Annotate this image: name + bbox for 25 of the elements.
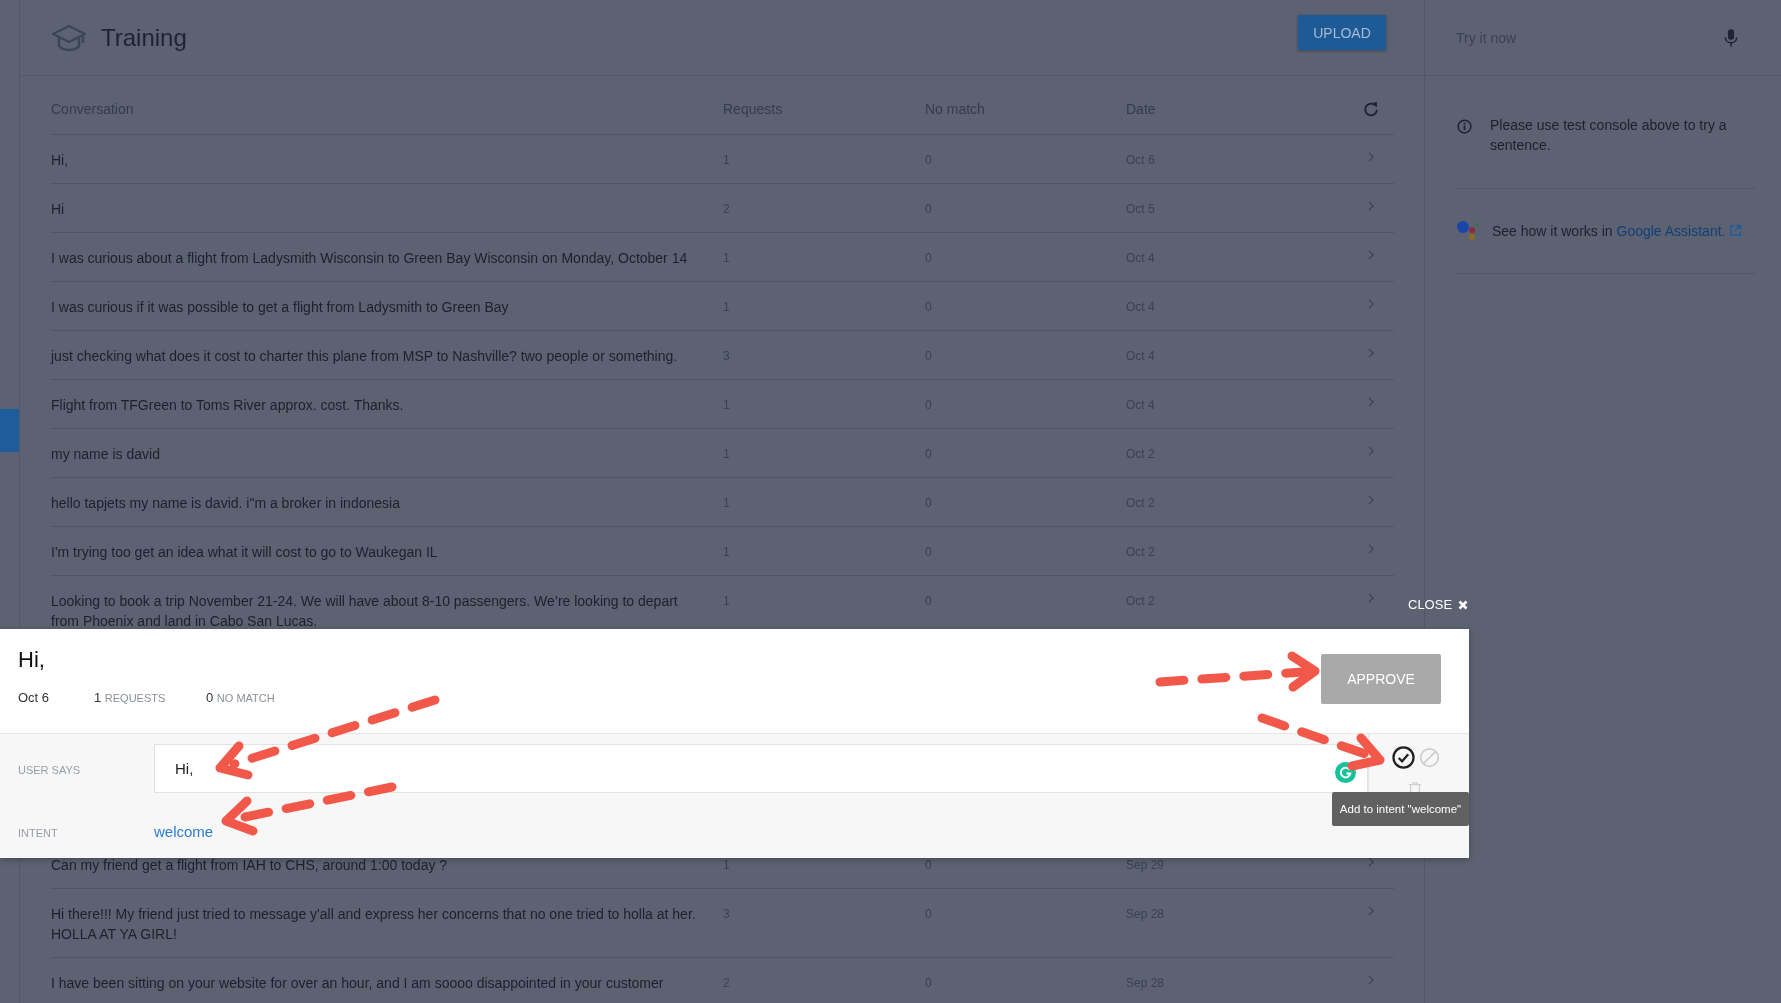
detail-title: Hi, [18,647,45,673]
notice-text: Please use test console above to try a sentence. [1490,116,1728,155]
page-title: Training [101,23,187,52]
user-says-field[interactable]: Hi, [154,744,1368,793]
assistant-sentence: See how it works in Google Assistant. [1492,223,1743,239]
conversation-text: Hi there!!! My friend just tried to message y'all and express her concerns that no one tried to holla at her. HOLLA AT YA GIRL! [51,905,697,944]
requests-stat: 1 REQUESTS [94,690,167,705]
tooltip: Add to intent "welcome" [1332,792,1469,826]
conversation-text: just checking what does it cost to charter this plane from MSP to Nashville? two people or something. [51,347,679,366]
intent-label: INTENT [17,826,59,841]
conversation-text: Flight from TFGreen to Toms River approx. cost. Thanks. [51,396,405,415]
conversation-text: Hi, [51,151,70,170]
detail-date: Oct 6 [18,690,51,705]
intent-link[interactable]: welcome [154,823,214,840]
conversation-text: Can my friend get a flight from IAH to CHS, around 1:00 today ? [51,856,449,875]
conversation-text: Hi [51,200,66,219]
conversation-text: hello tapjets my name is david. i"m a broker in indonesia [51,494,401,513]
no-match-stat: 0 NO MATCH [206,690,276,705]
conversation-text: Looking to book a trip November 21-24. We will have about 8-10 passengers. We’re looking to depart from Phoenix and land in Cabo San Lucas. [51,592,679,631]
google-assistant-link[interactable]: Google Assistant. [1616,223,1743,239]
conversation-text: my name is david [51,445,161,464]
upload-button[interactable]: UPLOAD [1298,15,1386,50]
conversation-text: I'm trying too get an idea what it will cost to go to Waukegan IL [51,543,439,562]
user-says-label: USER SAYS [17,763,82,778]
close-button[interactable]: CLOSE [1408,597,1469,612]
